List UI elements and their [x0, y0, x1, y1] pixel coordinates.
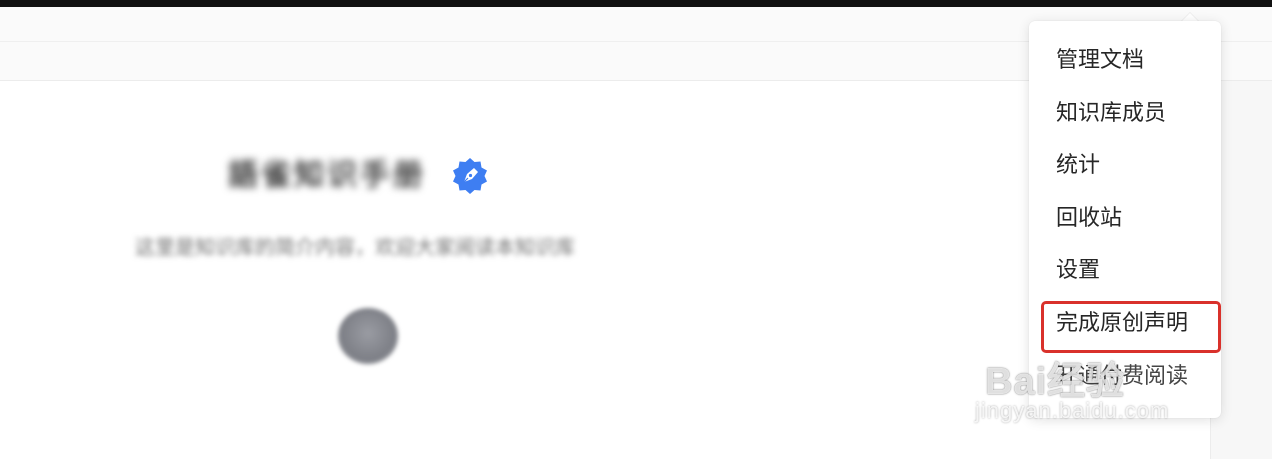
menu-item-statistics[interactable]: 统计: [1029, 140, 1221, 193]
menu-list: 管理文档 知识库成员 统计 回收站 设置 完成原创声明 开通付费阅读: [1029, 21, 1221, 403]
more-actions-dropdown: 管理文档 知识库成员 统计 回收站 设置 完成原创声明 开通付费阅读: [1029, 21, 1221, 418]
menu-item-original-declaration[interactable]: 完成原创声明: [1029, 298, 1221, 353]
avatar[interactable]: [338, 308, 398, 364]
book-title-row: 語雀知识手册: [228, 152, 490, 200]
pen-verified-icon[interactable]: [450, 156, 490, 196]
book-description: 这里是知识库的简介内容，欢迎大家阅读本知识库: [135, 235, 575, 259]
book-title: 語雀知识手册: [228, 158, 426, 193]
menu-item-recycle-bin[interactable]: 回收站: [1029, 193, 1221, 246]
menu-item-members[interactable]: 知识库成员: [1029, 88, 1221, 141]
menu-item-paid-reading[interactable]: 开通付费阅读: [1029, 351, 1221, 404]
menu-item-manage-docs[interactable]: 管理文档: [1029, 35, 1221, 88]
menu-item-settings[interactable]: 设置: [1029, 245, 1221, 298]
top-bar: [0, 0, 1272, 7]
